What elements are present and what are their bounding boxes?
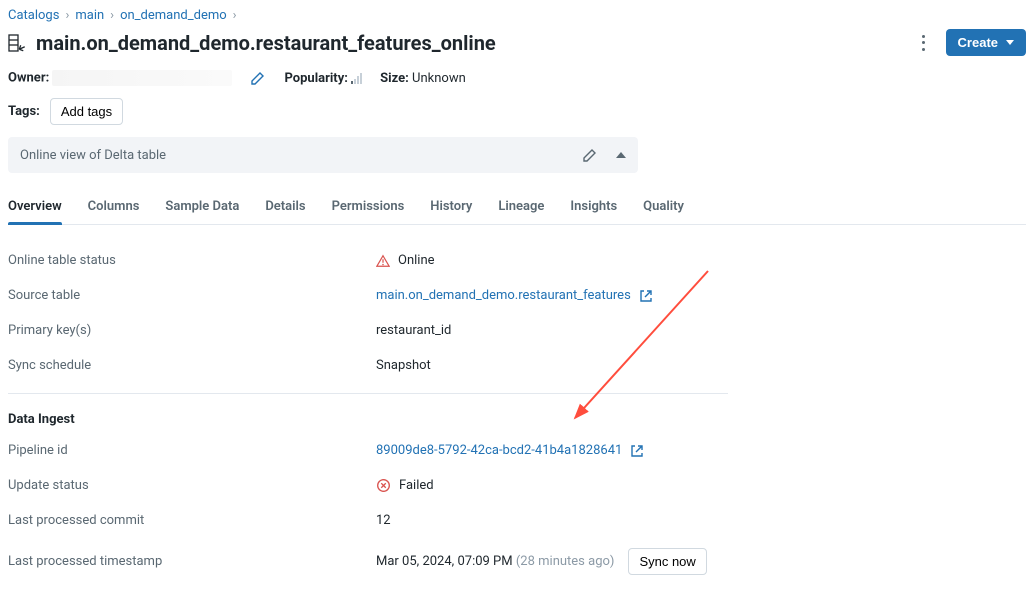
update-status-label: Update status — [8, 478, 376, 493]
online-table-icon — [8, 34, 26, 52]
divider — [8, 393, 728, 394]
kebab-menu-icon[interactable] — [916, 35, 932, 51]
breadcrumb: Catalogs › main › on_demand_demo › — [8, 8, 1026, 23]
online-status-value: Online — [398, 253, 435, 268]
breadcrumb-main[interactable]: main — [75, 8, 104, 23]
primary-key-value: restaurant_id — [376, 323, 451, 338]
sync-schedule-label: Sync schedule — [8, 358, 376, 373]
chevron-down-icon — [1006, 40, 1014, 45]
online-status-label: Online table status — [8, 253, 376, 268]
sync-schedule-value: Snapshot — [376, 358, 431, 373]
last-commit-label: Last processed commit — [8, 513, 376, 528]
data-ingest-heading: Data Ingest — [8, 412, 1026, 427]
size-value: Unknown — [412, 71, 466, 86]
create-button-label: Create — [958, 35, 998, 50]
description-bar: Online view of Delta table — [8, 137, 638, 173]
chevron-right-icon: › — [110, 8, 114, 23]
owner-value-redacted — [52, 70, 232, 86]
size-label: Size: — [380, 71, 409, 86]
tab-insights[interactable]: Insights — [570, 191, 617, 224]
page-title: main.on_demand_demo.restaurant_features_… — [36, 31, 496, 55]
tab-permissions[interactable]: Permissions — [332, 191, 405, 224]
last-timestamp-value: Mar 05, 2024, 07:09 PM — [376, 554, 513, 569]
external-link-icon[interactable] — [630, 444, 644, 458]
warning-triangle-icon — [376, 254, 390, 268]
pipeline-id-label: Pipeline id — [8, 443, 376, 458]
pipeline-id-link[interactable]: 89009de8-5792-42ca-bcd2-41b4a1828641 — [376, 443, 622, 458]
popularity-label: Popularity: — [284, 71, 347, 86]
chevron-right-icon: › — [65, 8, 69, 23]
source-table-label: Source table — [8, 288, 376, 303]
popularity-bars-icon — [351, 73, 362, 84]
tab-quality[interactable]: Quality — [643, 191, 684, 224]
last-timestamp-relative: (28 minutes ago) — [516, 554, 615, 569]
source-table-link[interactable]: main.on_demand_demo.restaurant_features — [376, 288, 631, 303]
tabs: Overview Columns Sample Data Details Per… — [8, 191, 1026, 225]
sync-now-button[interactable]: Sync now — [628, 548, 706, 575]
tab-lineage[interactable]: Lineage — [498, 191, 544, 224]
edit-description-icon[interactable] — [582, 147, 598, 163]
last-timestamp-label: Last processed timestamp — [8, 554, 376, 569]
breadcrumb-schema[interactable]: on_demand_demo — [120, 8, 227, 23]
tags-label: Tags: — [8, 104, 40, 119]
last-commit-value: 12 — [376, 513, 391, 528]
description-text: Online view of Delta table — [20, 148, 166, 163]
collapse-description-icon[interactable] — [616, 152, 626, 158]
tab-details[interactable]: Details — [265, 191, 305, 224]
edit-owner-icon[interactable] — [250, 70, 266, 86]
tab-history[interactable]: History — [430, 191, 472, 224]
create-button[interactable]: Create — [946, 29, 1026, 56]
update-status-value: Failed — [399, 478, 434, 493]
tab-columns[interactable]: Columns — [88, 191, 140, 224]
primary-key-label: Primary key(s) — [8, 323, 376, 338]
external-link-icon[interactable] — [639, 289, 653, 303]
failed-status-icon — [376, 478, 391, 493]
chevron-right-icon: › — [233, 8, 237, 23]
tab-overview[interactable]: Overview — [8, 191, 62, 224]
tab-sample-data[interactable]: Sample Data — [165, 191, 239, 224]
owner-label: Owner: — [8, 70, 49, 85]
breadcrumb-catalogs[interactable]: Catalogs — [8, 8, 59, 23]
add-tags-button[interactable]: Add tags — [50, 98, 123, 125]
